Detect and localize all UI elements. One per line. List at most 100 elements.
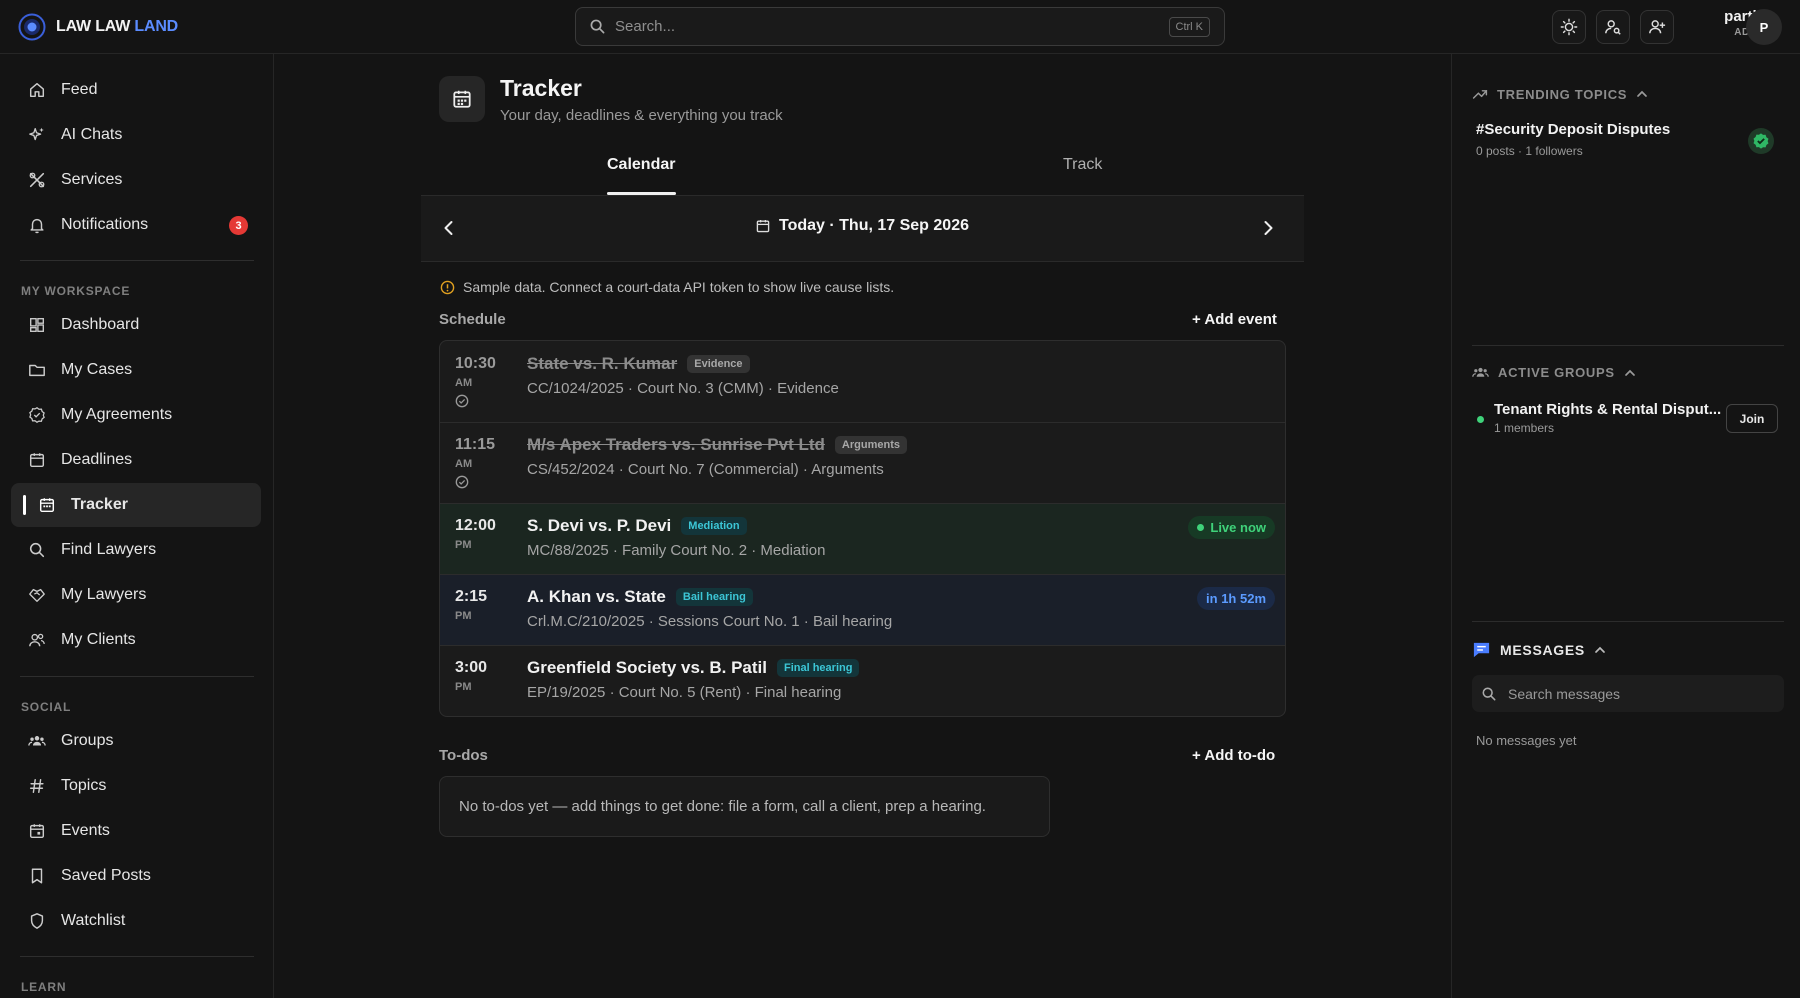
current-date[interactable]: Today · Thu, 17 Sep 2026 [755, 217, 969, 235]
search-input[interactable]: Search... [615, 18, 1159, 35]
sidebar-item-topics[interactable]: Topics [11, 764, 261, 808]
trending-topics-header[interactable]: TRENDING TOPICS [1472, 86, 1648, 102]
completed-check-icon [455, 475, 469, 489]
sidebar-item-events[interactable]: Events [11, 809, 261, 853]
todos-empty-state: No to-dos yet — add things to get done: … [439, 776, 1050, 837]
sidebar-item-my-lawyers[interactable]: My Lawyers [11, 573, 261, 617]
trending-topic-title[interactable]: #Security Deposit Disputes [1476, 121, 1670, 138]
no-messages-text: No messages yet [1476, 733, 1577, 748]
event-time: 12:00 [455, 517, 496, 534]
active-groups-label: ACTIVE GROUPS [1498, 365, 1615, 380]
schedule-row[interactable]: 11:15 AM M/s Apex Traders vs. Sunrise Pv… [440, 423, 1285, 504]
search-bar[interactable]: Search... Ctrl K [575, 7, 1225, 46]
calendar-icon [27, 450, 47, 470]
user-plus-icon [1649, 20, 1666, 34]
sidebar-item-watchlist[interactable]: Watchlist [11, 899, 261, 943]
tab-track[interactable]: Track [1063, 156, 1102, 174]
event-tag: Final hearing [776, 659, 860, 677]
sidebar-item-label: My Lawyers [61, 586, 147, 603]
messages-header[interactable]: MESSAGES [1472, 640, 1606, 659]
event-time: 3:00 [455, 659, 488, 676]
sidebar-item-tracker[interactable]: Tracker [11, 483, 261, 527]
sidebar-item-saved-posts[interactable]: Saved Posts [11, 854, 261, 898]
event-title-row: A. Khan vs. State Bail hearing [527, 587, 753, 607]
chevron-left-icon [444, 221, 453, 235]
hash-icon [27, 776, 47, 796]
sidebar: Feed AI Chats Services Notifications 3 M… [0, 54, 274, 998]
brand-name: LAW LAW LAND [56, 18, 179, 35]
right-panel: TRENDING TOPICS #Security Deposit Disput… [1451, 54, 1800, 998]
sidebar-item-label: My Clients [61, 631, 136, 648]
logo[interactable]: LAW LAW LAND [18, 13, 178, 41]
event-title-row: M/s Apex Traders vs. Sunrise Pvt Ltd Arg… [527, 435, 907, 455]
theme-toggle-button[interactable] [1552, 10, 1586, 44]
join-group-button[interactable]: Join [1726, 404, 1778, 433]
event-time: 2:15 [455, 588, 488, 605]
notification-count-badge: 3 [229, 216, 248, 235]
sidebar-item-label: Events [61, 822, 110, 839]
event-details: MC/88/2025 · Family Court No. 2 · Mediat… [527, 542, 826, 559]
sidebar-item-dashboard[interactable]: Dashboard [11, 303, 261, 347]
add-todo-button[interactable]: + Add to-do [1192, 747, 1275, 764]
bell-icon [27, 215, 47, 235]
schedule-row[interactable]: 2:15 PM A. Khan vs. State Bail hearing C… [440, 575, 1285, 646]
tab-calendar[interactable]: Calendar [607, 156, 675, 174]
todos-label: To-dos [439, 747, 488, 764]
schedule-row[interactable]: 3:00 PM Greenfield Society vs. B. Patil … [440, 646, 1285, 716]
event-title: State vs. R. Kumar [527, 354, 678, 373]
previous-day-button[interactable] [439, 218, 459, 238]
online-dot-icon [1477, 416, 1484, 423]
sidebar-item-find-lawyers[interactable]: Find Lawyers [11, 528, 261, 572]
section-label-social: SOCIAL [21, 700, 72, 714]
calendar-icon [453, 90, 471, 108]
find-people-button[interactable] [1596, 10, 1630, 44]
active-groups-header[interactable]: ACTIVE GROUPS [1472, 364, 1636, 381]
event-ampm: PM [455, 539, 472, 551]
sidebar-divider [20, 676, 254, 677]
event-tag: Arguments [834, 436, 907, 454]
group-name[interactable]: Tenant Rights & Rental Disput... [1494, 401, 1722, 418]
sidebar-item-feed[interactable]: Feed [11, 68, 261, 112]
sidebar-item-my-clients[interactable]: My Clients [11, 618, 261, 662]
trending-up-icon [1472, 90, 1488, 99]
section-label-learn: LEARN [21, 980, 67, 994]
chevron-up-icon [1624, 369, 1635, 376]
event-details: EP/19/2025 · Court No. 5 (Rent) · Final … [527, 684, 842, 701]
chevron-right-icon [1264, 221, 1273, 235]
next-day-button[interactable] [1258, 218, 1278, 238]
schedule-row[interactable]: 10:30 AM State vs. R. Kumar Evidence CC/… [440, 341, 1285, 423]
handshake-icon [27, 585, 47, 605]
message-icon [1473, 642, 1490, 658]
sidebar-item-my-cases[interactable]: My Cases [11, 348, 261, 392]
event-ampm: AM [455, 458, 473, 470]
home-icon [27, 80, 47, 100]
messages-search-input[interactable]: Search messages [1472, 675, 1784, 712]
sidebar-item-label: My Cases [61, 361, 133, 378]
sidebar-item-deadlines[interactable]: Deadlines [11, 438, 261, 482]
event-title: M/s Apex Traders vs. Sunrise Pvt Ltd [527, 435, 825, 454]
event-title: Greenfield Society vs. B. Patil [527, 658, 767, 677]
notice-text: Sample data. Connect a court-data API to… [463, 279, 895, 295]
sidebar-item-groups[interactable]: Groups [11, 719, 261, 763]
trending-topics-label: TRENDING TOPICS [1497, 86, 1628, 102]
top-bar: LAW LAW LAND Search... Ctrl K partha ADM… [0, 0, 1800, 54]
sidebar-item-ai-chats[interactable]: AI Chats [11, 113, 261, 157]
sidebar-item-label: Topics [61, 777, 107, 794]
verified-check-icon [1748, 128, 1774, 154]
sidebar-item-services[interactable]: Services [11, 158, 261, 202]
search-icon [1482, 687, 1496, 700]
event-tag: Bail hearing [675, 588, 753, 606]
schedule-row[interactable]: 12:00 PM S. Devi vs. P. Devi Mediation M… [440, 504, 1285, 575]
trending-topic-meta: 0 posts · 1 followers [1476, 144, 1583, 158]
sidebar-item-notifications[interactable]: Notifications 3 [11, 203, 261, 247]
schedule-label: Schedule [439, 311, 506, 328]
current-date-label: Today · Thu, 17 Sep 2026 [779, 217, 969, 234]
sidebar-item-my-agreements[interactable]: My Agreements [11, 393, 261, 437]
add-user-button[interactable] [1640, 10, 1674, 44]
avatar[interactable]: P [1746, 9, 1782, 45]
badge-check-icon [27, 405, 47, 425]
sun-icon [1560, 18, 1578, 36]
sidebar-item-label: Dashboard [61, 316, 140, 333]
event-tag: Mediation [681, 517, 747, 535]
add-event-button[interactable]: + Add event [1192, 311, 1277, 328]
